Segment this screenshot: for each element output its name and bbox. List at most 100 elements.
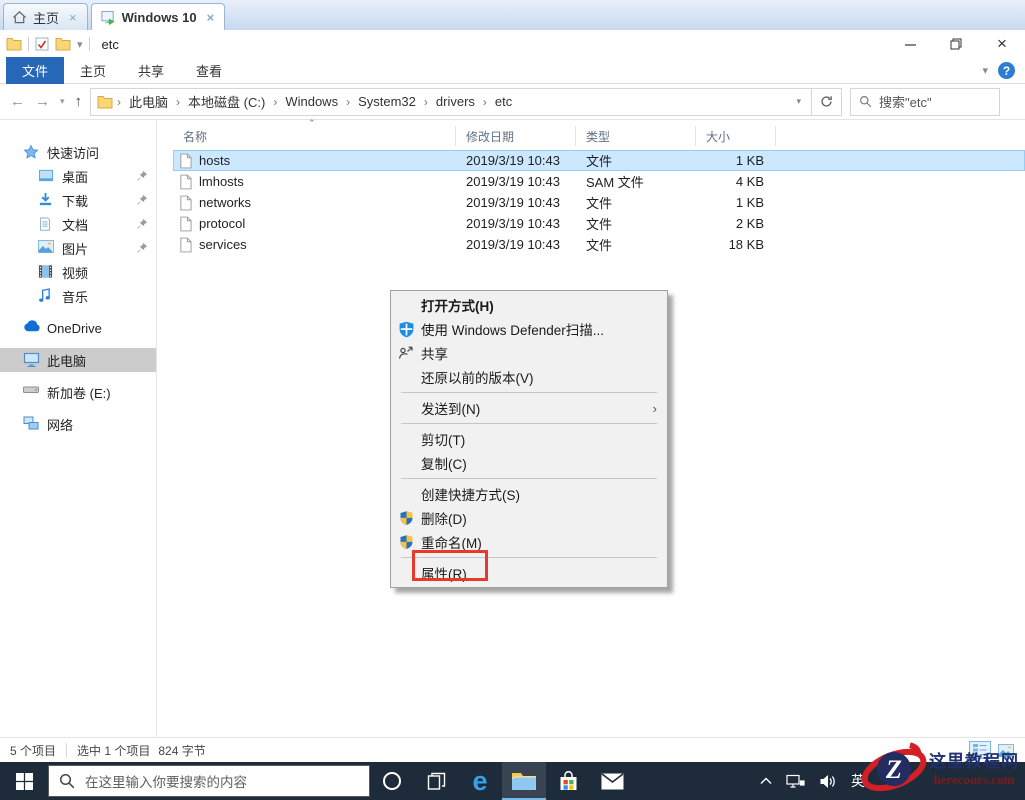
browser-tab-home[interactable]: 主页×	[3, 3, 88, 30]
checkmark-doc-icon[interactable]	[35, 37, 49, 51]
minimize-button[interactable]	[887, 31, 933, 57]
context-menu-item-11[interactable]: 删除(D)	[391, 506, 667, 530]
sidebar-item-document[interactable]: 文档	[0, 212, 156, 236]
file-name: networks	[199, 195, 251, 210]
qat-customize-dropdown-icon[interactable]: ▾	[77, 38, 83, 51]
recent-locations-dropdown-icon[interactable]: ▾	[60, 96, 65, 107]
refresh-button[interactable]	[812, 88, 842, 116]
sidebar-item-pictures[interactable]: 图片	[0, 236, 156, 260]
submenu-arrow-icon: ›	[653, 401, 657, 416]
ribbon-tab-0[interactable]: 文件	[6, 57, 64, 85]
desktop-icon	[38, 168, 54, 184]
defender-shield-icon	[391, 321, 421, 338]
back-button[interactable]: ←	[10, 93, 25, 110]
menu-item-label: 属性(R)	[421, 563, 467, 583]
breadcrumb[interactable]: ›此电脑›本地磁盘 (C:)›Windows›System32›drivers›…	[90, 88, 812, 116]
breadcrumb-item[interactable]: 本地磁盘 (C:)	[184, 90, 269, 113]
context-menu-item-3[interactable]: 还原以前的版本(V)	[391, 365, 667, 389]
file-icon	[179, 216, 193, 232]
context-menu-item-5[interactable]: 发送到(N)›	[391, 396, 667, 420]
breadcrumb-item[interactable]: drivers	[432, 92, 479, 111]
uac-shield-icon	[391, 534, 421, 550]
taskbar-search-box[interactable]: 在这里输入你要搜索的内容	[48, 765, 370, 797]
mail-button[interactable]	[590, 762, 634, 800]
file-row-networks[interactable]: networks2019/3/19 10:43文件1 KB	[173, 192, 1025, 213]
volume-icon[interactable]	[819, 774, 837, 789]
sidebar-item-network[interactable]: 网络	[0, 412, 156, 436]
ribbon-tab-2[interactable]: 共享	[122, 57, 180, 85]
sort-ascending-icon[interactable]: ⌃	[308, 118, 316, 129]
file-name: lmhosts	[199, 174, 244, 189]
sidebar-item-music[interactable]: 音乐	[0, 284, 156, 308]
restore-button[interactable]	[933, 31, 979, 57]
sidebar-item-star[interactable]: 快速访问	[0, 140, 156, 164]
sidebar-item-drive[interactable]: 新加卷 (E:)	[0, 380, 156, 404]
file-date: 2019/3/19 10:43	[456, 174, 576, 189]
tab-close-icon[interactable]: ×	[69, 10, 77, 25]
sidebar-item-download[interactable]: 下载	[0, 188, 156, 212]
breadcrumb-item[interactable]: etc	[491, 92, 516, 111]
uac-shield-icon	[391, 510, 421, 526]
file-size: 4 KB	[696, 174, 776, 189]
context-menu-item-10[interactable]: 创建快捷方式(S)	[391, 482, 667, 506]
menu-separator	[401, 557, 657, 558]
sidebar-item-video[interactable]: 视频	[0, 260, 156, 284]
share-icon	[391, 345, 421, 361]
forward-button[interactable]: →	[35, 93, 50, 110]
file-row-protocol[interactable]: protocol2019/3/19 10:43文件2 KB	[173, 213, 1025, 234]
file-list: ⌃ 名称修改日期类型大小 hosts2019/3/19 10:43文件1 KBl…	[158, 120, 1025, 737]
column-header-3[interactable]: 大小	[696, 126, 776, 146]
ribbon-tab-1[interactable]: 主页	[64, 57, 122, 85]
help-icon[interactable]: ?	[998, 62, 1015, 79]
context-menu-item-12[interactable]: 重命名(M)	[391, 530, 667, 554]
context-menu-item-1[interactable]: 使用 Windows Defender扫描...	[391, 317, 667, 341]
context-menu-item-14[interactable]: 属性(R)	[391, 561, 667, 585]
pin-icon	[136, 170, 152, 182]
menu-separator	[401, 423, 657, 424]
sidebar-item-computer[interactable]: 此电脑	[0, 348, 156, 372]
navigation-pane: 快速访问桌面下载文档图片视频音乐 OneDrive 此电脑新加卷 (E:) 网络	[0, 120, 157, 737]
folder-icon[interactable]	[55, 37, 71, 51]
context-menu-item-0[interactable]: 打开方式(H)	[391, 293, 667, 317]
cortana-button[interactable]	[370, 762, 414, 800]
show-hidden-icons-chevron-icon[interactable]	[760, 777, 772, 785]
menu-item-label: 使用 Windows Defender扫描...	[421, 319, 604, 339]
close-button[interactable]: ×	[979, 31, 1025, 57]
search-box[interactable]: 搜索"etc"	[850, 88, 1000, 116]
folder-icon[interactable]	[6, 37, 22, 51]
context-menu-item-7[interactable]: 剪切(T)	[391, 427, 667, 451]
browser-tab-windows10[interactable]: Windows 10×	[91, 3, 226, 30]
file-explorer-button[interactable]	[502, 762, 546, 800]
task-view-button[interactable]	[414, 762, 458, 800]
sidebar-item-onedrive[interactable]: OneDrive	[0, 316, 156, 340]
edge-button[interactable]: e	[458, 762, 502, 800]
sidebar-item-label: 此电脑	[47, 351, 86, 370]
context-menu-item-8[interactable]: 复制(C)	[391, 451, 667, 475]
window-title: etc	[102, 37, 119, 52]
store-button[interactable]	[546, 762, 590, 800]
sidebar-item-desktop[interactable]: 桌面	[0, 164, 156, 188]
pin-icon	[136, 194, 152, 206]
column-header-1[interactable]: 修改日期	[456, 126, 576, 146]
up-button[interactable]: ↑	[75, 93, 83, 110]
ribbon-tab-3[interactable]: 查看	[180, 57, 238, 85]
file-type: SAM 文件	[576, 172, 696, 191]
network-tray-icon[interactable]	[786, 774, 805, 789]
file-row-hosts[interactable]: hosts2019/3/19 10:43文件1 KB	[173, 150, 1025, 171]
column-header-0[interactable]: 名称	[173, 126, 456, 146]
address-history-dropdown-icon[interactable]: ▾	[797, 96, 806, 107]
breadcrumb-item[interactable]: Windows	[281, 92, 342, 111]
column-header-2[interactable]: 类型	[576, 126, 696, 146]
file-row-services[interactable]: services2019/3/19 10:43文件18 KB	[173, 234, 1025, 255]
watermark-url: herecours.com	[925, 772, 1023, 788]
start-button[interactable]	[0, 762, 48, 800]
file-row-lmhosts[interactable]: lmhosts 2019/3/19 10:43SAM 文件4 KB	[173, 171, 1025, 192]
sidebar-item-label: 视频	[62, 263, 88, 282]
breadcrumb-item[interactable]: 此电脑	[125, 90, 172, 113]
file-date: 2019/3/19 10:43	[456, 195, 576, 210]
tab-close-icon[interactable]: ×	[207, 10, 215, 25]
context-menu-item-2[interactable]: 共享	[391, 341, 667, 365]
breadcrumb-item[interactable]: System32	[354, 92, 420, 111]
ribbon-expand-icon[interactable]: ▾	[982, 64, 988, 77]
sidebar-item-label: 图片	[62, 239, 88, 258]
